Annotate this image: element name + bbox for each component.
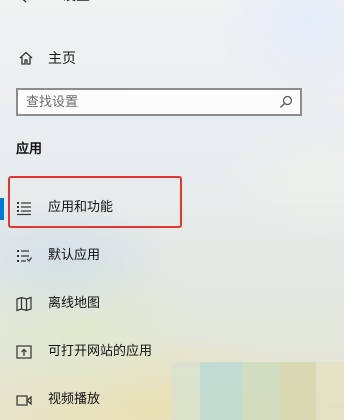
search-icon[interactable] xyxy=(279,95,293,109)
nav-item-label: 视频播放 xyxy=(48,392,101,407)
back-arrow-icon[interactable] xyxy=(16,0,30,4)
selected-indicator xyxy=(0,198,4,220)
nav-home[interactable]: 主页 xyxy=(0,44,320,74)
settings-panel: 设置 主页 应用 应用和功能 默认应用 xyxy=(0,0,344,420)
section-title: 应用 xyxy=(16,142,43,157)
nav-item-default-apps[interactable]: 默认应用 xyxy=(0,236,330,276)
apps-for-websites-icon xyxy=(16,345,32,359)
page-title: 设置 xyxy=(62,0,90,4)
search-box[interactable] xyxy=(16,88,302,116)
header: 设置 xyxy=(0,0,200,12)
nav-item-label: 可打开网站的应用 xyxy=(48,344,153,359)
nav-item-apps-for-websites[interactable]: 可打开网站的应用 xyxy=(0,332,330,372)
default-apps-icon xyxy=(17,250,32,262)
nav-item-offline-maps[interactable]: 离线地图 xyxy=(0,284,330,324)
nav-item-video-playback[interactable]: 视频播放 xyxy=(0,380,330,420)
highlight-annotation xyxy=(8,176,182,228)
home-icon xyxy=(19,51,33,65)
nav-home-label: 主页 xyxy=(48,51,76,67)
video-playback-icon xyxy=(16,395,32,406)
nav-item-label: 离线地图 xyxy=(48,296,101,311)
nav-item-label: 默认应用 xyxy=(48,248,101,263)
search-input[interactable] xyxy=(26,92,266,112)
offline-maps-icon xyxy=(16,296,32,312)
